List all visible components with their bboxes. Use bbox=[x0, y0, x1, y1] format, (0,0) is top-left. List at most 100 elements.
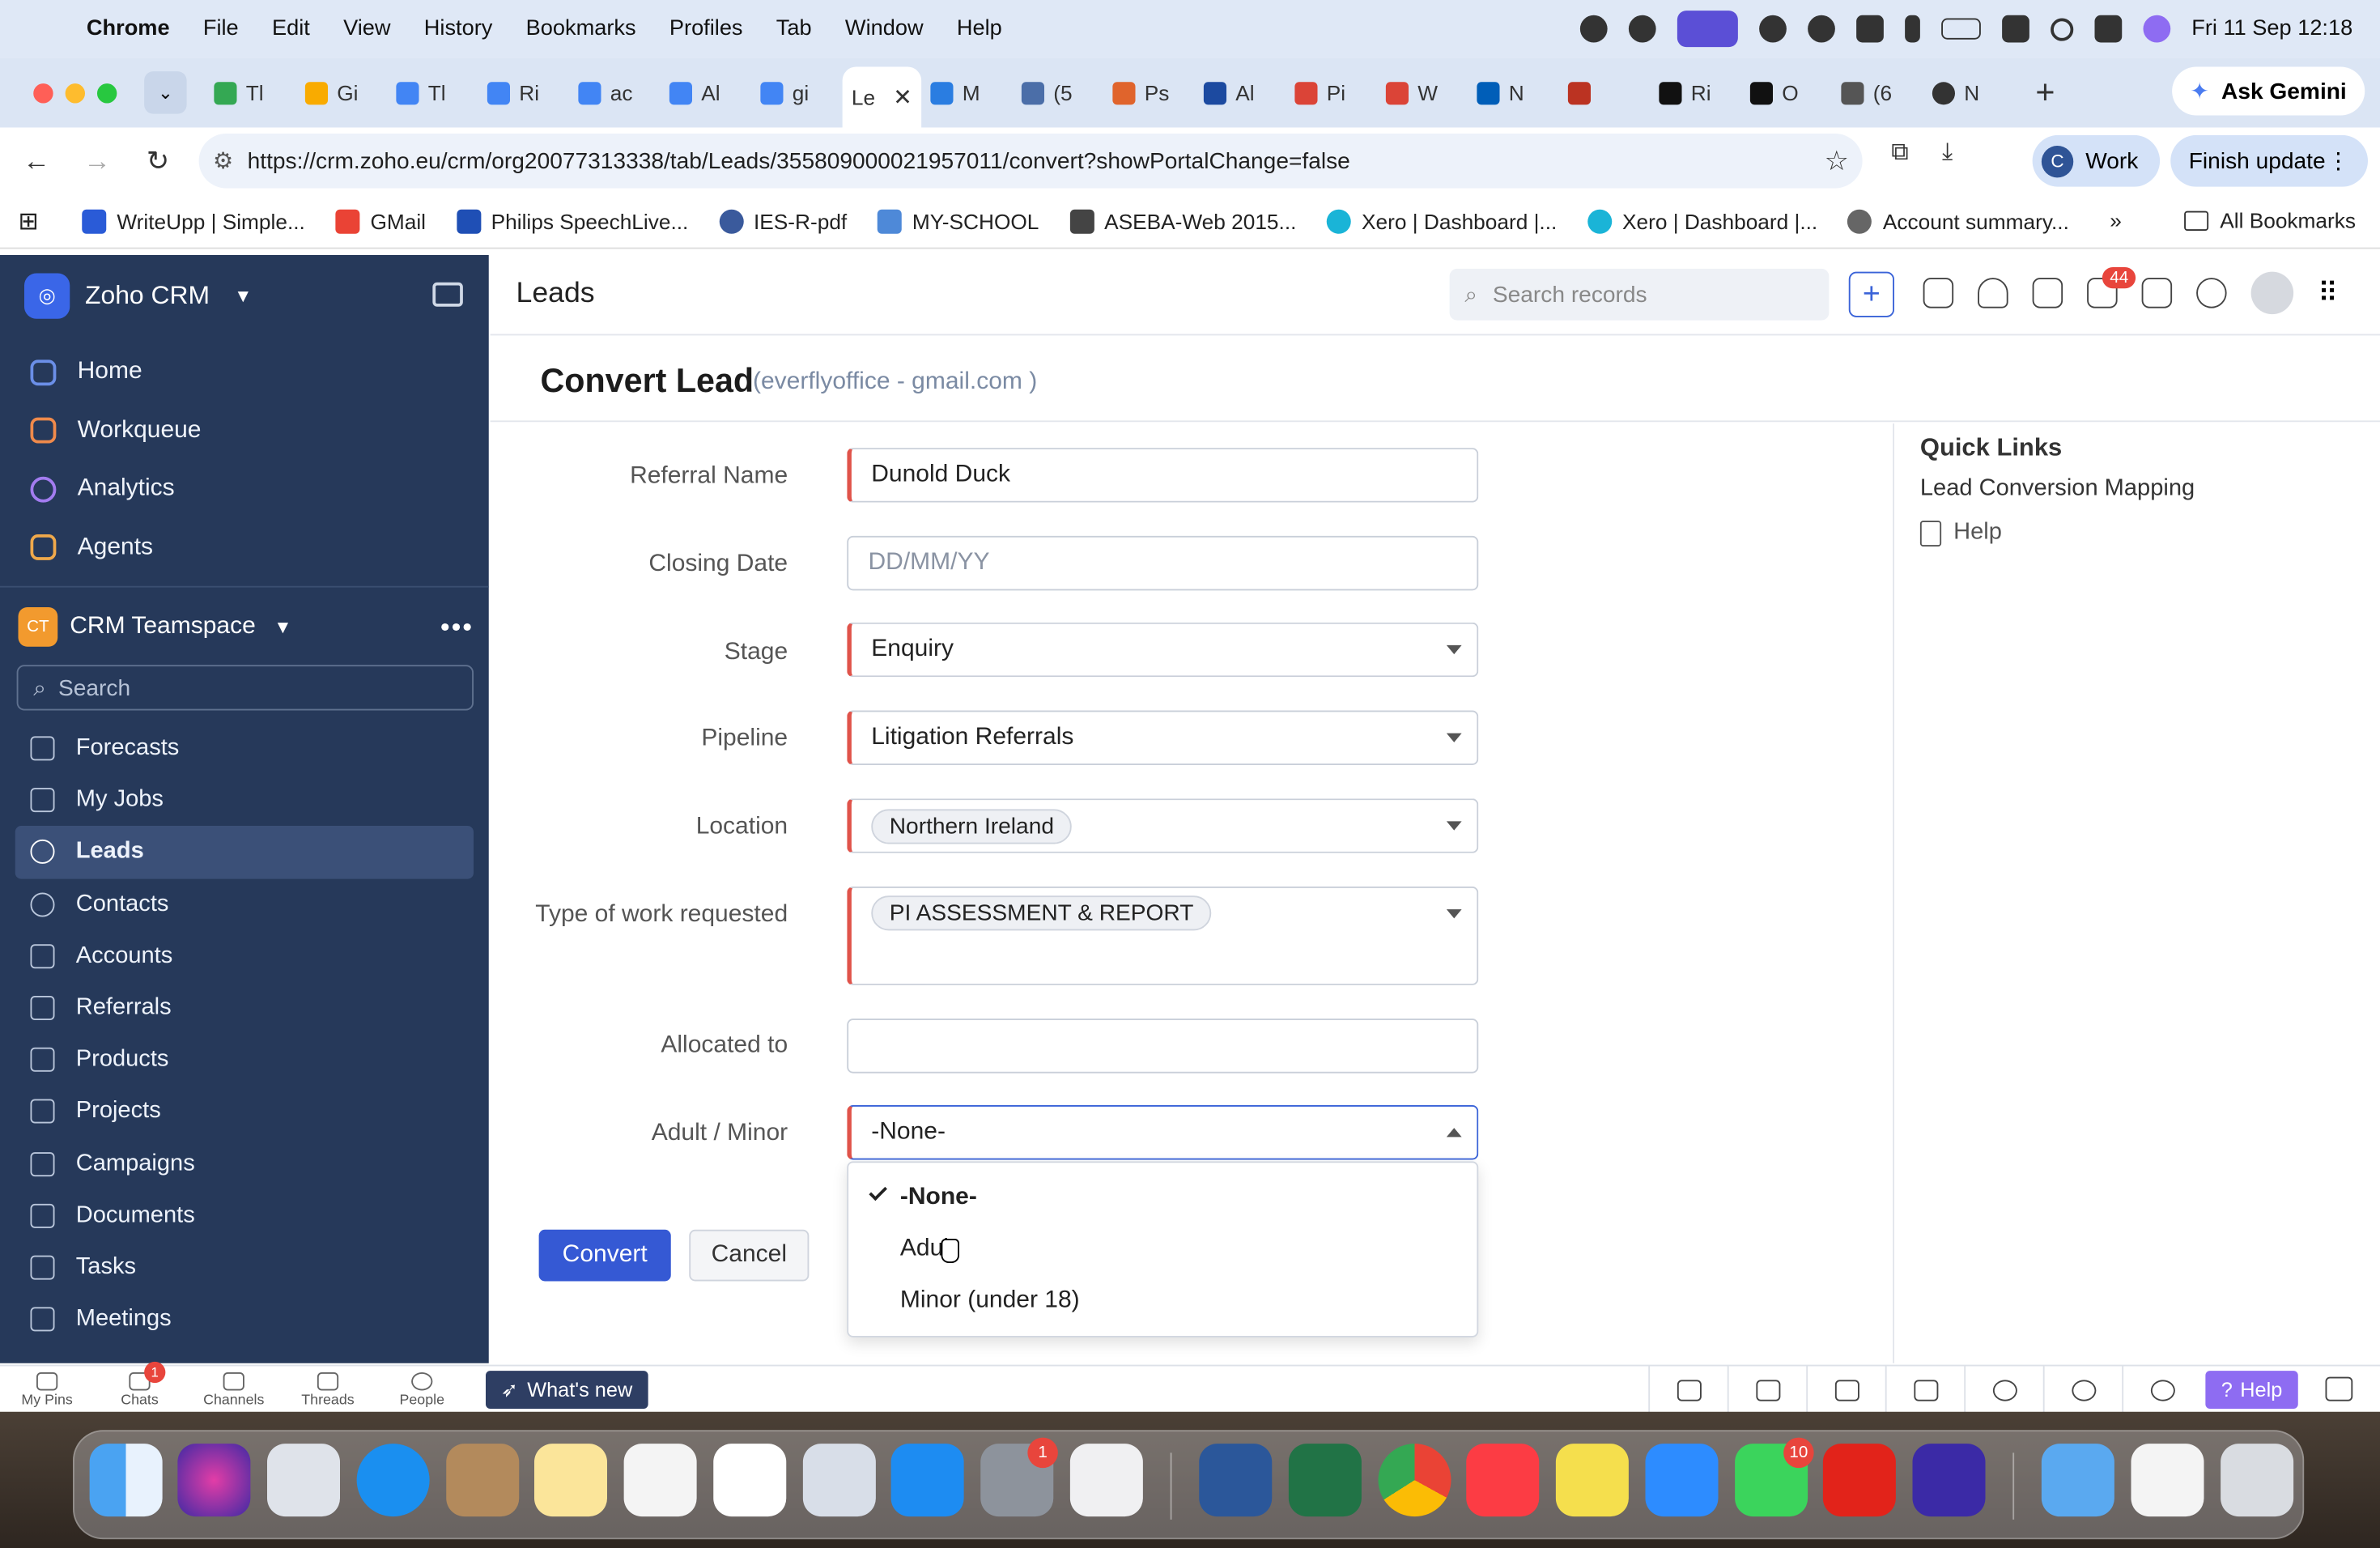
chrome-app-icon[interactable] bbox=[1378, 1444, 1451, 1517]
forward-button[interactable]: → bbox=[67, 145, 128, 176]
nav-home[interactable]: Home bbox=[0, 343, 489, 402]
tab[interactable]: (6 bbox=[1832, 67, 1923, 119]
convert-button[interactable]: Convert bbox=[538, 1229, 671, 1282]
close-tab-icon[interactable]: ✕ bbox=[893, 83, 912, 111]
closing-date-field[interactable]: DD/MM/YY bbox=[847, 535, 1479, 591]
dropbox-icon[interactable] bbox=[1758, 15, 1787, 43]
new-tab-button[interactable]: + bbox=[2035, 73, 2055, 113]
bottom-my-pins[interactable]: My Pins bbox=[9, 1372, 85, 1409]
more-bookmarks-icon[interactable]: » bbox=[2110, 208, 2122, 232]
tool-button[interactable] bbox=[1727, 1366, 1807, 1414]
launchpad-icon[interactable] bbox=[267, 1444, 340, 1517]
sidebar-item-campaigns[interactable]: Campaigns bbox=[15, 1138, 474, 1189]
safari-icon[interactable] bbox=[356, 1444, 430, 1517]
music-icon[interactable] bbox=[1466, 1444, 1540, 1517]
nav-workqueue[interactable]: Workqueue bbox=[0, 402, 489, 460]
sidebar-item-leads[interactable]: Leads bbox=[15, 826, 474, 878]
tab[interactable]: N bbox=[1468, 67, 1559, 119]
menu-view[interactable]: View bbox=[326, 17, 407, 41]
apps-grid-icon[interactable]: ⊞ bbox=[19, 206, 52, 236]
menu-file[interactable]: File bbox=[186, 17, 255, 41]
control-center-icon[interactable] bbox=[2094, 15, 2122, 43]
grammarly-status-icon[interactable] bbox=[1579, 15, 1608, 43]
tab[interactable]: M bbox=[921, 67, 1013, 119]
siri-icon[interactable] bbox=[2143, 15, 2170, 43]
preview-icon[interactable] bbox=[802, 1444, 876, 1517]
grammarly-app-icon[interactable] bbox=[1912, 1444, 1986, 1517]
dropdown-option-none[interactable]: -None- bbox=[848, 1175, 1477, 1220]
sidebar-item-tasks[interactable]: Tasks bbox=[15, 1242, 474, 1294]
translate-icon[interactable] bbox=[1923, 278, 1954, 308]
tool-button[interactable] bbox=[1806, 1366, 1885, 1414]
bookmark[interactable]: Xero | Dashboard |... bbox=[1326, 208, 1557, 233]
whats-new-button[interactable]: ➶ What's new bbox=[486, 1371, 648, 1409]
tab[interactable]: Al bbox=[1195, 67, 1286, 119]
sidebar-item-meetings[interactable]: Meetings bbox=[15, 1294, 474, 1346]
bookmark[interactable]: GMail bbox=[335, 208, 426, 233]
adult-minor-select[interactable]: -None- bbox=[847, 1105, 1479, 1160]
tool-button[interactable] bbox=[1648, 1366, 1728, 1414]
tool-button[interactable] bbox=[1964, 1366, 2043, 1414]
acrobat-icon[interactable] bbox=[1822, 1444, 1896, 1517]
tab[interactable]: gi bbox=[751, 67, 843, 119]
zoom-app-icon[interactable] bbox=[1645, 1444, 1719, 1517]
sidebar-item-referrals[interactable]: Referrals bbox=[15, 982, 474, 1034]
tool-button[interactable] bbox=[1885, 1366, 1965, 1414]
zoom-window-button[interactable] bbox=[97, 83, 117, 103]
finish-update-button[interactable]: Finish update ⋮ bbox=[2170, 134, 2368, 187]
sidebar-item-contacts[interactable]: Contacts bbox=[15, 878, 474, 930]
sidebar-search-input[interactable]: ⌕ Search bbox=[16, 665, 474, 711]
scrivener-icon[interactable] bbox=[1555, 1444, 1629, 1517]
tab[interactable]: ac bbox=[569, 67, 661, 119]
cancel-button[interactable]: Cancel bbox=[689, 1229, 810, 1282]
tab[interactable]: O bbox=[1741, 67, 1833, 119]
all-bookmarks-button[interactable]: All Bookmarks bbox=[2183, 208, 2356, 232]
bottom-channels[interactable]: Channels bbox=[196, 1372, 272, 1409]
tab-search-button[interactable]: ⌄ bbox=[144, 71, 187, 114]
siri-app-icon[interactable] bbox=[177, 1444, 251, 1517]
nav-agents[interactable]: Agents bbox=[0, 518, 489, 576]
bottom-threads[interactable]: Threads bbox=[290, 1372, 366, 1409]
sidebar-item-projects[interactable]: Projects bbox=[15, 1086, 474, 1138]
bookmark[interactable]: Account summary... bbox=[1847, 208, 2069, 233]
tab[interactable]: (5 bbox=[1013, 67, 1104, 119]
tab[interactable]: W bbox=[1377, 67, 1468, 119]
reload-button[interactable]: ↻ bbox=[128, 145, 189, 176]
menu-history[interactable]: History bbox=[407, 17, 509, 41]
bookmark[interactable]: Philips SpeechLive... bbox=[456, 208, 688, 233]
tab[interactable]: Al bbox=[661, 67, 752, 119]
tab[interactable]: Gi bbox=[296, 67, 388, 119]
wifi-icon[interactable] bbox=[2001, 15, 2029, 43]
bottom-people[interactable]: People bbox=[384, 1372, 460, 1409]
bell-icon[interactable] bbox=[1978, 278, 2008, 308]
tab[interactable]: Ri bbox=[478, 67, 570, 119]
sidebar-item-forecasts[interactable]: Forecasts bbox=[15, 723, 474, 775]
trash-icon[interactable] bbox=[2221, 1444, 2294, 1517]
sidebar-item-accounts[interactable]: Accounts bbox=[15, 930, 474, 982]
help-link[interactable]: Help bbox=[1919, 519, 2002, 546]
mx-icon[interactable] bbox=[1807, 15, 1835, 43]
profile-button[interactable]: C Work bbox=[2032, 134, 2161, 187]
tab[interactable] bbox=[1559, 67, 1651, 119]
spotlight-icon[interactable] bbox=[2050, 17, 2073, 40]
battery-icon[interactable] bbox=[1940, 18, 1981, 40]
location-chip[interactable]: Northern Ireland bbox=[871, 808, 1073, 844]
bottom-chats[interactable]: Chats bbox=[102, 1372, 178, 1409]
contacts-app-icon[interactable] bbox=[446, 1444, 520, 1517]
lead-conversion-mapping-link[interactable]: Lead Conversion Mapping bbox=[1920, 475, 2195, 503]
more-horiz-icon[interactable]: ••• bbox=[440, 611, 474, 643]
menu-app-name[interactable]: Chrome bbox=[70, 17, 186, 41]
pipeline-select[interactable]: Litigation Referrals bbox=[847, 710, 1479, 765]
dropdown-option-minor[interactable]: Minor (under 18) bbox=[848, 1278, 1477, 1324]
back-button[interactable]: ← bbox=[6, 145, 67, 176]
help-button[interactable]: ? Help bbox=[2205, 1371, 2298, 1409]
ask-gemini-button[interactable]: ✦ Ask Gemini bbox=[2171, 66, 2365, 116]
crm-brand[interactable]: ◎ Zoho CRM ▼ bbox=[24, 273, 252, 319]
window-thumbnail-icon[interactable] bbox=[2131, 1444, 2204, 1517]
allocated-to-field[interactable] bbox=[847, 1019, 1479, 1074]
sidebar-item-documents[interactable]: Documents bbox=[15, 1189, 474, 1241]
app-icon[interactable] bbox=[713, 1444, 787, 1517]
calendar-icon[interactable] bbox=[2032, 278, 2063, 308]
volume-icon[interactable] bbox=[1855, 15, 1884, 43]
teamspace-switcher[interactable]: CT CRM Teamspace ▼ ••• bbox=[18, 607, 474, 647]
